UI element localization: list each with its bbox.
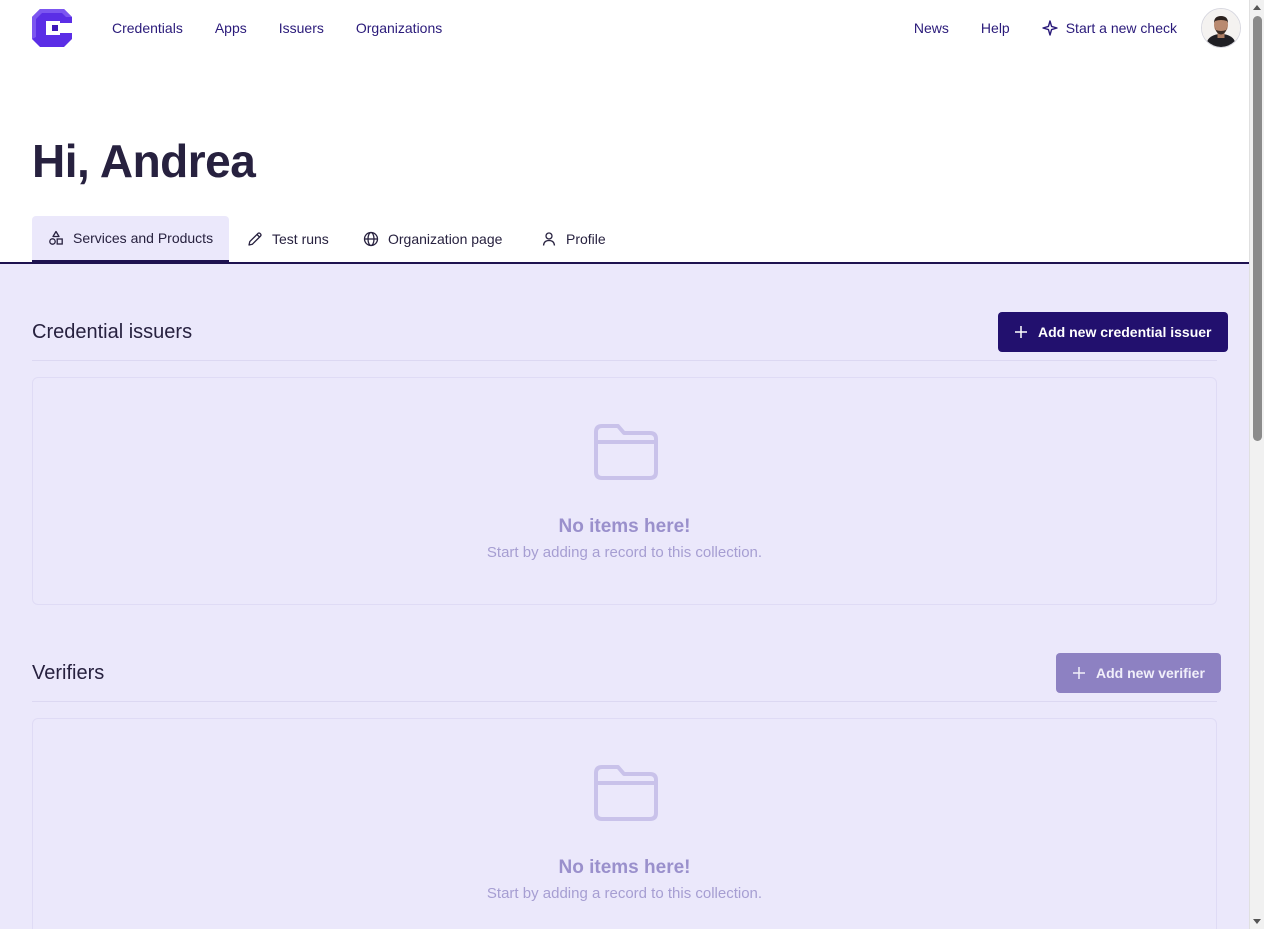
section-divider	[32, 360, 1217, 361]
scroll-down-icon[interactable]	[1253, 919, 1261, 924]
sparkle-icon	[1042, 20, 1058, 36]
button-label: Add new credential issuer	[1038, 324, 1212, 340]
main-nav: Credentials Apps Issuers Organizations	[112, 0, 442, 56]
scroll-thumb[interactable]	[1253, 16, 1262, 441]
empty-title: No items here!	[558, 857, 691, 878]
user-icon	[542, 232, 556, 246]
button-label: Add new verifier	[1096, 665, 1205, 681]
section-divider	[32, 701, 1217, 702]
nav-right: News Help Start a new check	[914, 0, 1241, 56]
tab-profile[interactable]: Profile	[525, 216, 622, 262]
section-title-verifiers: Verifiers	[32, 662, 105, 684]
content-area: Credential issuers Add new credential is…	[0, 264, 1249, 929]
plus-icon	[1015, 326, 1027, 338]
tab-services-and-products[interactable]: Services and Products	[32, 216, 230, 262]
empty-state-credential-issuers: No items here! Start by adding a record …	[32, 377, 1217, 605]
empty-title: No items here!	[558, 516, 691, 537]
nav-credentials[interactable]: Credentials	[112, 20, 183, 36]
add-verifier-button[interactable]: Add new verifier	[1056, 653, 1221, 693]
nav-organizations[interactable]: Organizations	[356, 20, 442, 36]
tab-label: Test runs	[272, 231, 329, 247]
globe-icon	[363, 231, 379, 247]
page: Credentials Apps Issuers Organizations N…	[0, 0, 1249, 929]
user-photo-icon	[1202, 9, 1240, 47]
nav-apps[interactable]: Apps	[215, 20, 247, 36]
avatar[interactable]	[1201, 8, 1241, 48]
page-title: Hi, Andrea	[32, 135, 256, 187]
empty-state-verifiers: No items here! Start by adding a record …	[32, 718, 1217, 929]
folder-icon	[594, 765, 658, 821]
tab-label: Services and Products	[73, 230, 214, 246]
pencil-icon	[248, 232, 262, 246]
add-credential-issuer-button[interactable]: Add new credential issuer	[998, 312, 1228, 352]
start-check-label: Start a new check	[1065, 20, 1177, 36]
nav-help[interactable]: Help	[981, 20, 1010, 36]
nav-news[interactable]: News	[914, 20, 949, 36]
plus-icon	[1073, 667, 1085, 679]
tab-organization-page[interactable]: Organization page	[347, 216, 518, 262]
vertical-scrollbar[interactable]	[1249, 0, 1264, 929]
scroll-up-icon[interactable]	[1253, 5, 1261, 10]
app-logo-icon[interactable]	[32, 9, 72, 47]
tab-test-runs[interactable]: Test runs	[231, 216, 345, 262]
tab-bar: Services and Products Test runs Organiza…	[0, 216, 1249, 264]
section-title-credential-issuers: Credential issuers	[32, 321, 193, 343]
nav-issuers[interactable]: Issuers	[279, 20, 324, 36]
empty-subtitle: Start by adding a record to this collect…	[486, 885, 763, 902]
top-navigation: Credentials Apps Issuers Organizations N…	[0, 0, 1249, 56]
tab-label: Organization page	[388, 231, 503, 247]
shapes-icon	[49, 230, 63, 245]
empty-subtitle: Start by adding a record to this collect…	[486, 544, 763, 561]
folder-icon	[594, 424, 658, 480]
start-check-link[interactable]: Start a new check	[1042, 20, 1177, 36]
tab-label: Profile	[566, 231, 606, 247]
